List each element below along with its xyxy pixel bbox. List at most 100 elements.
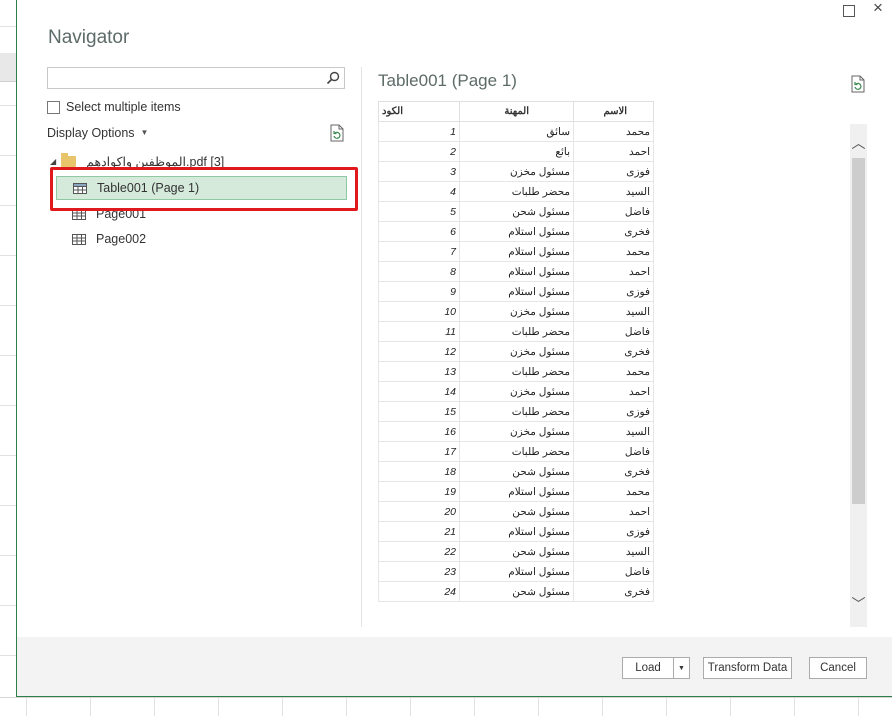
table-cell[interactable]: مسئول شحن [459,201,574,222]
table-cell[interactable]: 15 [378,401,460,422]
table-cell[interactable]: مسئول استلام [459,521,574,542]
table-cell[interactable]: 2 [378,141,460,162]
scroll-down-icon[interactable]: ﹀ [850,596,867,613]
table-cell[interactable]: السيد [573,421,654,442]
tree-item-page002[interactable]: Page002 [72,230,146,248]
table-cell[interactable]: 3 [378,161,460,182]
table-cell[interactable]: مسئول مخزن [459,161,574,182]
table-cell[interactable]: مسئول شحن [459,581,574,602]
refresh-icon[interactable] [329,124,345,142]
table-cell[interactable]: 21 [378,521,460,542]
cancel-button[interactable]: Cancel [809,657,867,679]
table-cell[interactable]: 10 [378,301,460,322]
table-cell[interactable]: 18 [378,461,460,482]
column-header-profession[interactable]: المهنة [459,101,574,122]
scrollbar-thumb[interactable] [852,158,865,504]
table-row: 10 مسئول مخزن السيد [378,301,654,322]
table-cell[interactable]: فاضل [573,321,654,342]
table-cell[interactable]: مسئول مخزن [459,341,574,362]
table-cell[interactable]: مسئول مخزن [459,381,574,402]
table-cell[interactable]: محمد [573,481,654,502]
table-cell[interactable]: مسئول استلام [459,221,574,242]
table-cell[interactable]: محمد [573,361,654,382]
table-cell[interactable]: 17 [378,441,460,462]
table-cell[interactable]: مسئول شحن [459,461,574,482]
table-cell[interactable]: مسئول شحن [459,501,574,522]
select-multiple-checkbox[interactable] [47,100,60,114]
table-cell[interactable]: 1 [378,121,460,142]
expand-triangle-icon[interactable]: ◢ [50,157,56,166]
table-cell[interactable]: 24 [378,581,460,602]
table-cell[interactable]: بائع [459,141,574,162]
table-cell[interactable]: فوزى [573,161,654,182]
table-cell[interactable]: 22 [378,541,460,562]
table-cell[interactable]: احمد [573,141,654,162]
table-cell[interactable]: مسئول استلام [459,241,574,262]
table-cell[interactable]: فخرى [573,341,654,362]
table-cell[interactable]: مسئول مخزن [459,421,574,442]
table-cell[interactable]: 6 [378,221,460,242]
table-cell[interactable]: فخرى [573,461,654,482]
table-cell[interactable]: 4 [378,181,460,202]
table-cell[interactable]: فاضل [573,561,654,582]
table-cell[interactable]: 7 [378,241,460,262]
vertical-scrollbar[interactable]: ︿ ﹀ [850,124,867,627]
table-cell[interactable]: سائق [459,121,574,142]
display-options-label: Display Options [47,126,135,140]
table-cell[interactable]: 14 [378,381,460,402]
refresh-preview-icon[interactable] [850,75,866,93]
scroll-up-icon[interactable]: ︿ [850,135,867,152]
table-cell[interactable]: محضر طلبات [459,321,574,342]
table-cell[interactable]: فوزى [573,521,654,542]
table-cell[interactable]: السيد [573,181,654,202]
table-cell[interactable]: فوزى [573,281,654,302]
table-cell[interactable]: فاضل [573,441,654,462]
column-header-name[interactable]: الاسم [573,101,654,122]
table-cell[interactable]: محمد [573,121,654,142]
table-cell[interactable]: فخرى [573,221,654,242]
table-cell[interactable]: مسئول استلام [459,481,574,502]
table-cell[interactable]: محضر طلبات [459,441,574,462]
table-row: 18 مسئول شحن فخرى [378,461,654,482]
table-cell[interactable]: 23 [378,561,460,582]
table-cell[interactable]: محضر طلبات [459,181,574,202]
table-cell[interactable]: فخرى [573,581,654,602]
table-cell[interactable]: السيد [573,301,654,322]
table-cell[interactable]: فوزى [573,401,654,422]
table-cell[interactable]: 9 [378,281,460,302]
transform-data-button[interactable]: Transform Data [703,657,792,679]
select-multiple-row[interactable]: Select multiple items [47,100,181,114]
pane-divider[interactable] [361,67,362,627]
table-cell[interactable]: مسئول استلام [459,261,574,282]
grid-line [218,698,219,716]
table-cell[interactable]: 12 [378,341,460,362]
table-cell[interactable]: 5 [378,201,460,222]
table-cell[interactable]: محمد [573,241,654,262]
search-icon[interactable] [326,71,340,85]
table-cell[interactable]: مسئول استلام [459,561,574,582]
table-cell[interactable]: 11 [378,321,460,342]
table-cell[interactable]: مسئول مخزن [459,301,574,322]
table-cell[interactable]: محضر طلبات [459,401,574,422]
table-cell[interactable]: السيد [573,541,654,562]
table-cell[interactable]: احمد [573,261,654,282]
maximize-icon[interactable] [843,5,855,17]
table-cell[interactable]: 13 [378,361,460,382]
column-header-code[interactable]: الكود [378,101,460,122]
close-icon[interactable]: × [873,0,883,16]
search-input[interactable] [47,67,345,89]
table-cell[interactable]: احمد [573,501,654,522]
load-dropdown-arrow-icon[interactable]: ▼ [673,657,690,679]
load-button[interactable]: Load [622,657,674,679]
table-cell[interactable]: مسئول استلام [459,281,574,302]
display-options-dropdown[interactable]: Display Options ▼ [47,126,148,140]
table-cell[interactable]: 16 [378,421,460,442]
table-row: 2 بائع احمد [378,141,654,162]
table-cell[interactable]: محضر طلبات [459,361,574,382]
table-cell[interactable]: 19 [378,481,460,502]
table-cell[interactable]: احمد [573,381,654,402]
table-cell[interactable]: مسئول شحن [459,541,574,562]
table-cell[interactable]: فاضل [573,201,654,222]
table-cell[interactable]: 8 [378,261,460,282]
table-cell[interactable]: 20 [378,501,460,522]
